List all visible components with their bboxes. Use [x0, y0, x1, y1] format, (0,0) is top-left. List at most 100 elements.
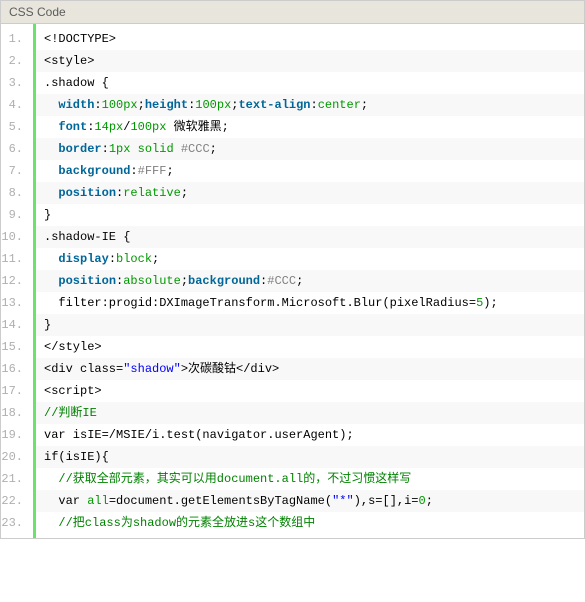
token-plain: filter:progid:DXImageTransform.Microsoft…: [44, 296, 476, 310]
token-comments: //获取全部元素，其实可以用document.all的，不过习惯这样写: [58, 472, 411, 486]
token-comments: //判断IE: [44, 406, 97, 420]
token-plain: [44, 164, 58, 178]
line-number: 7.: [1, 160, 29, 182]
code-lines[interactable]: <!DOCTYPE><style>.shadow { width:100px;h…: [36, 24, 584, 538]
line-number: 6.: [1, 138, 29, 160]
code-line: //把class为shadow的元素全放进s这个数组中: [36, 512, 584, 534]
line-number: 11.: [1, 248, 29, 270]
line-number: 8.: [1, 182, 29, 204]
token-color1: #FFF: [138, 164, 167, 178]
token-plain: :: [94, 98, 101, 112]
line-number: 15.: [1, 336, 29, 358]
token-plain: ;: [361, 98, 368, 112]
token-plain: }: [44, 318, 51, 332]
token-plain: </style>: [44, 340, 102, 354]
token-keyword: width: [58, 98, 94, 112]
line-number: 18.: [1, 402, 29, 424]
line-number: 1.: [1, 28, 29, 50]
token-plain: <!DOCTYPE>: [44, 32, 116, 46]
token-plain: ;: [210, 142, 217, 156]
token-plain: >次碳酸钴</div>: [181, 362, 279, 376]
code-line: //判断IE: [36, 402, 584, 424]
token-color1: #CCC: [181, 142, 210, 156]
token-plain: [44, 120, 58, 134]
token-plain: :: [102, 142, 109, 156]
line-number: 5.: [1, 116, 29, 138]
line-number: 14.: [1, 314, 29, 336]
token-plain: ;: [138, 98, 145, 112]
line-number: 19.: [1, 424, 29, 446]
code-line: //获取全部元素，其实可以用document.all的，不过习惯这样写: [36, 468, 584, 490]
token-plain: [174, 142, 181, 156]
token-keyword: position: [58, 186, 116, 200]
token-keyword: background: [58, 164, 130, 178]
token-plain: =document.getElementsByTagName(: [109, 494, 332, 508]
token-color1: #CCC: [267, 274, 296, 288]
token-plain: ;: [181, 186, 188, 200]
token-plain: ;: [296, 274, 303, 288]
line-number: 21.: [1, 468, 29, 490]
token-plain: .shadow {: [44, 76, 109, 90]
line-number: 13.: [1, 292, 29, 314]
code-line: <style>: [36, 50, 584, 72]
token-value: center: [318, 98, 361, 112]
line-number: 10.: [1, 226, 29, 248]
code-line: if(isIE){: [36, 446, 584, 468]
token-plain: [44, 98, 58, 112]
line-number: 9.: [1, 204, 29, 226]
token-keyword: border: [58, 142, 101, 156]
code-line: }: [36, 204, 584, 226]
code-line: position:absolute;background:#CCC;: [36, 270, 584, 292]
code-line: <!DOCTYPE>: [36, 28, 584, 50]
code-block: CSS Code 1.2.3.4.5.6.7.8.9.10.11.12.13.1…: [0, 0, 585, 539]
code-line: .shadow-IE {: [36, 226, 584, 248]
code-line: position:relative;: [36, 182, 584, 204]
code-line: var all=document.getElementsByTagName("*…: [36, 490, 584, 512]
token-plain: if(isIE){: [44, 450, 109, 464]
code-line: </style>: [36, 336, 584, 358]
code-line: background:#FFF;: [36, 160, 584, 182]
line-number: 17.: [1, 380, 29, 402]
token-plain: :: [130, 164, 137, 178]
line-number: 20.: [1, 446, 29, 468]
line-number: 23.: [1, 512, 29, 534]
token-plain: var isIE=/MSIE/i.test(navigator.userAgen…: [44, 428, 354, 442]
token-value: all: [87, 494, 109, 508]
token-value: absolute: [123, 274, 181, 288]
line-number: 3.: [1, 72, 29, 94]
token-plain: ;: [166, 164, 173, 178]
token-plain: 微软雅黑;: [166, 120, 228, 134]
code-line: border:1px solid #CCC;: [36, 138, 584, 160]
code-body: 1.2.3.4.5.6.7.8.9.10.11.12.13.14.15.16.1…: [1, 24, 584, 538]
token-plain: }: [44, 208, 51, 222]
token-plain: [130, 142, 137, 156]
line-number: 12.: [1, 270, 29, 292]
code-line: <div class="shadow">次碳酸钴</div>: [36, 358, 584, 380]
token-string: "*": [332, 494, 354, 508]
token-plain: <script>: [44, 384, 102, 398]
token-keyword: font: [58, 120, 87, 134]
token-keyword: position: [58, 274, 116, 288]
token-plain: :: [311, 98, 318, 112]
code-line: filter:progid:DXImageTransform.Microsoft…: [36, 292, 584, 314]
token-plain: ;: [181, 274, 188, 288]
token-value: solid: [138, 142, 174, 156]
token-plain: [44, 186, 58, 200]
token-plain: [44, 252, 58, 266]
token-value: 100px: [130, 120, 166, 134]
code-header: CSS Code: [1, 1, 584, 24]
line-number: 22.: [1, 490, 29, 512]
token-keyword: display: [58, 252, 108, 266]
code-line: }: [36, 314, 584, 336]
code-line: var isIE=/MSIE/i.test(navigator.userAgen…: [36, 424, 584, 446]
token-string: "shadow": [123, 362, 181, 376]
code-line: width:100px;height:100px;text-align:cent…: [36, 94, 584, 116]
token-comments: //把class为shadow的元素全放进s这个数组中: [58, 516, 315, 530]
token-plain: [44, 472, 58, 486]
token-value: 1px: [109, 142, 131, 156]
token-keyword: text-align: [238, 98, 310, 112]
token-value: 14px: [94, 120, 123, 134]
token-value: relative: [123, 186, 181, 200]
code-line: <script>: [36, 380, 584, 402]
token-plain: :: [109, 252, 116, 266]
